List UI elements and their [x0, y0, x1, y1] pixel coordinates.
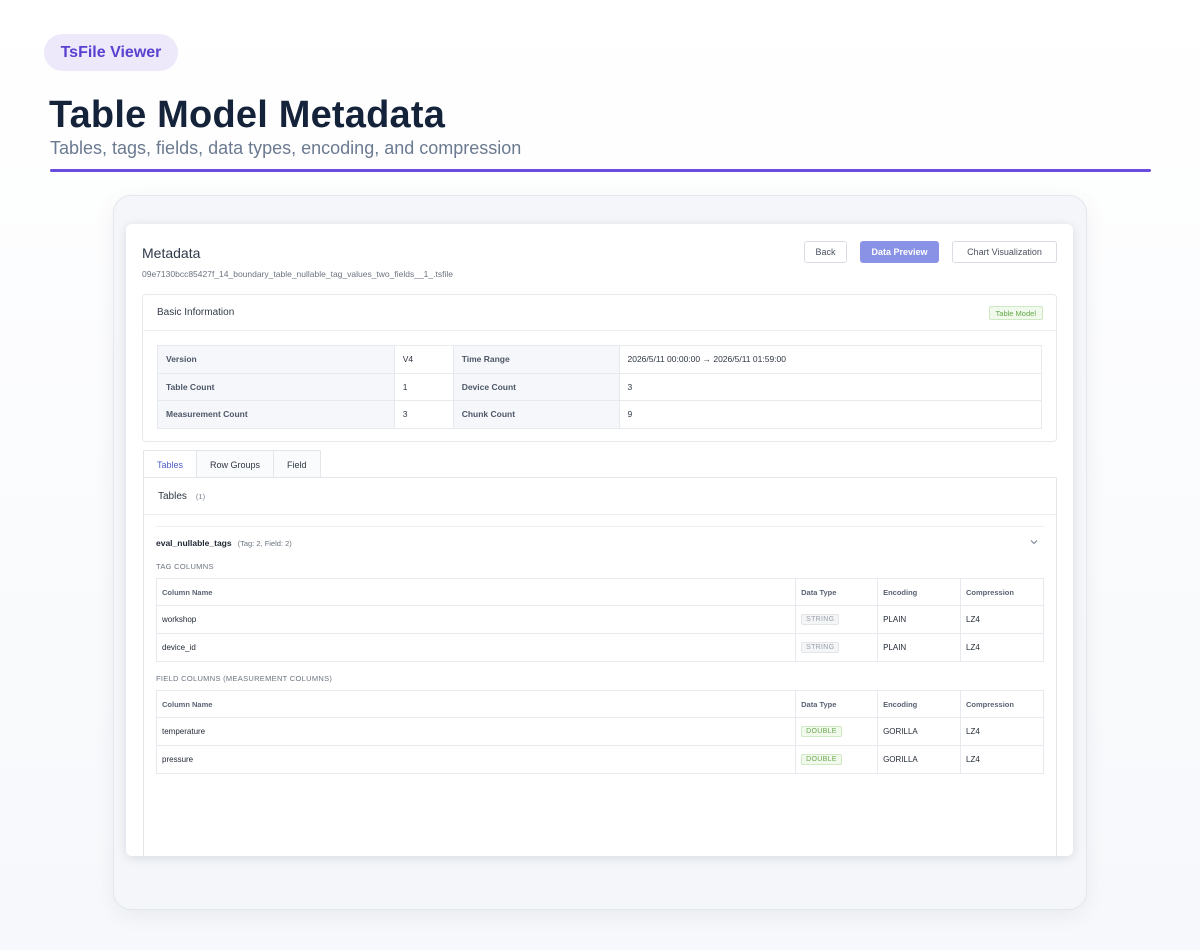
table-row: device_id STRING PLAIN LZ4 — [155, 633, 1044, 662]
column-header: Encoding — [877, 578, 962, 606]
tag-columns-label: TAG COLUMNS — [156, 562, 214, 571]
field-columns-table: Column Name Data Type Encoding Compressi… — [155, 690, 1044, 774]
back-button[interactable]: Back — [804, 241, 847, 263]
column-name: pressure — [155, 745, 797, 774]
tab-bar: Tables Row Groups Field — [143, 450, 321, 478]
basic-information-card: Basic Information Table Model Version V4… — [142, 294, 1057, 442]
column-header: Data Type — [795, 690, 879, 718]
info-key: Measurement Count — [157, 400, 395, 429]
app-window: Metadata 09e7130bcc85427f_14_boundary_ta… — [126, 224, 1073, 856]
chevron-down-icon[interactable] — [1028, 536, 1040, 548]
compression-cell: LZ4 — [960, 745, 1044, 774]
info-row: Measurement Count 3 Chunk Count 9 — [157, 400, 1042, 429]
tab-field[interactable]: Field — [273, 450, 321, 478]
info-key: Chunk Count — [452, 400, 620, 429]
title-divider — [50, 169, 1151, 172]
info-value: 9 — [618, 400, 1042, 429]
column-header: Encoding — [877, 690, 962, 718]
encoding-cell: GORILLA — [877, 745, 962, 774]
encoding-cell: PLAIN — [877, 605, 962, 634]
data-type-badge: STRING — [801, 642, 840, 653]
compression-cell: LZ4 — [960, 717, 1044, 746]
column-name: temperature — [155, 717, 797, 746]
table-model-badge: Table Model — [988, 306, 1043, 320]
tables-panel-header: Tables (1) — [144, 478, 1056, 515]
data-preview-button[interactable]: Data Preview — [860, 241, 939, 263]
data-type-badge: DOUBLE — [801, 726, 842, 737]
compression-cell: LZ4 — [960, 633, 1044, 662]
info-key: Time Range — [452, 345, 620, 374]
tag-columns-table: Column Name Data Type Encoding Compressi… — [155, 578, 1044, 662]
table-row: pressure DOUBLE GORILLA LZ4 — [155, 745, 1044, 774]
table-header-row: Column Name Data Type Encoding Compressi… — [155, 578, 1044, 606]
data-type-cell: DOUBLE — [795, 745, 879, 774]
table-header-row: Column Name Data Type Encoding Compressi… — [155, 690, 1044, 718]
info-value: 3 — [618, 372, 1042, 401]
info-row: Table Count 1 Device Count 3 — [157, 372, 1042, 401]
metadata-title: Metadata — [142, 245, 201, 261]
tab-row-groups[interactable]: Row Groups — [196, 450, 275, 478]
info-key: Table Count — [157, 372, 395, 401]
table-row: workshop STRING PLAIN LZ4 — [155, 605, 1044, 634]
divider — [156, 526, 1044, 527]
basic-info-table: Version V4 Time Range 2026/5/11 00:00:00… — [157, 345, 1042, 429]
info-row: Version V4 Time Range 2026/5/11 00:00:00… — [157, 345, 1042, 374]
data-type-cell: STRING — [795, 633, 879, 662]
basic-information-title: Basic Information — [143, 295, 1056, 331]
column-header: Column Name — [155, 578, 797, 606]
info-value: 3 — [393, 400, 454, 429]
encoding-cell: PLAIN — [877, 633, 962, 662]
info-key: Version — [157, 345, 395, 374]
data-type-cell: DOUBLE — [795, 717, 879, 746]
column-header: Column Name — [155, 690, 797, 718]
file-name: 09e7130bcc85427f_14_boundary_table_nulla… — [142, 269, 453, 279]
compression-cell: LZ4 — [960, 605, 1044, 634]
data-type-cell: STRING — [795, 605, 879, 634]
info-value: 2026/5/11 00:00:00 → 2026/5/11 01:59:00 — [618, 345, 1042, 374]
table-entry-header[interactable]: eval_nullable_tags (Tag: 2, Field: 2) — [156, 538, 292, 548]
app-badge: TsFile Viewer — [44, 34, 178, 71]
page-subtitle: Tables, tags, fields, data types, encodi… — [50, 138, 522, 158]
page-title: Table Model Metadata — [49, 94, 446, 136]
data-type-badge: DOUBLE — [801, 754, 842, 765]
info-key: Device Count — [452, 372, 620, 401]
table-name: eval_nullable_tags — [156, 538, 232, 548]
column-header: Compression — [960, 690, 1044, 718]
column-name: device_id — [155, 633, 797, 662]
table-summary: (Tag: 2, Field: 2) — [237, 539, 292, 548]
table-row: temperature DOUBLE GORILLA LZ4 — [155, 717, 1044, 746]
field-columns-label: FIELD COLUMNS (MEASUREMENT COLUMNS) — [156, 674, 333, 683]
tables-count: (1) — [195, 491, 206, 501]
encoding-cell: GORILLA — [877, 717, 962, 746]
info-value: 1 — [393, 372, 454, 401]
column-header: Compression — [960, 578, 1044, 606]
data-type-badge: STRING — [801, 614, 840, 625]
tables-panel: Tables (1) eval_nullable_tags (Tag: 2, Fi… — [143, 477, 1057, 856]
tab-tables[interactable]: Tables — [143, 450, 198, 478]
chart-visualization-button[interactable]: Chart Visualization — [952, 241, 1057, 263]
column-header: Data Type — [795, 578, 879, 606]
column-name: workshop — [155, 605, 797, 634]
info-value: V4 — [393, 345, 454, 374]
tables-panel-title: Tables — [158, 490, 187, 502]
